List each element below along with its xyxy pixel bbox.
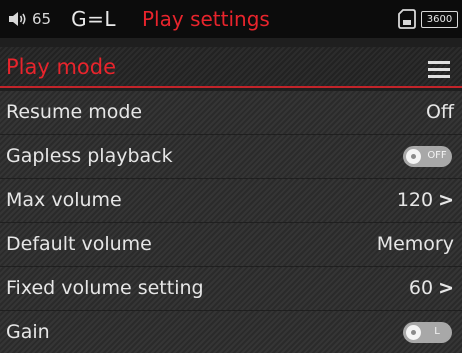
setting-label: Resume mode bbox=[6, 101, 143, 123]
sd-card-icon bbox=[398, 9, 416, 29]
setting-gapless-playback[interactable]: Gapless playback OFF bbox=[0, 135, 462, 178]
setting-value-group: 120 > bbox=[397, 189, 454, 211]
status-bar: 65 G=L Play settings 3600 bbox=[0, 0, 462, 38]
toggle-state: OFF bbox=[427, 150, 447, 161]
volume-indicator: 65 bbox=[8, 10, 51, 28]
screen-title: Play settings bbox=[142, 7, 270, 31]
setting-label: Gapless playback bbox=[6, 145, 173, 167]
speaker-icon bbox=[9, 12, 26, 26]
setting-fixed-volume[interactable]: Fixed volume setting 60 > bbox=[0, 267, 462, 310]
volume-level: 65 bbox=[32, 10, 52, 28]
play-settings-screen: 65 G=L Play settings 3600 Play mode Resu… bbox=[0, 0, 462, 353]
setting-value: Off bbox=[425, 101, 454, 123]
setting-gain[interactable]: Gain L bbox=[0, 311, 462, 353]
setting-default-volume[interactable]: Default volume Memory bbox=[0, 223, 462, 266]
setting-max-volume[interactable]: Max volume 120 > bbox=[0, 179, 462, 222]
toggle-state: L bbox=[434, 326, 440, 337]
menu-title: Play mode bbox=[6, 55, 117, 79]
gapless-toggle[interactable]: OFF bbox=[403, 146, 452, 167]
setting-label: Gain bbox=[6, 321, 50, 343]
setting-label: Fixed volume setting bbox=[6, 277, 204, 299]
setting-label: Default volume bbox=[6, 233, 152, 255]
toggle-knob bbox=[406, 149, 421, 164]
setting-value: 60 bbox=[408, 277, 434, 299]
battery-icon: 3600 bbox=[421, 10, 458, 28]
status-icons: 3600 bbox=[398, 9, 458, 29]
settings-list: Resume mode Off Gapless playback OFF Max… bbox=[0, 91, 462, 353]
gain-toggle[interactable]: L bbox=[403, 322, 452, 343]
chevron-right-icon: > bbox=[438, 189, 454, 211]
battery-level: 3600 bbox=[426, 13, 453, 25]
setting-value: 120 bbox=[396, 189, 434, 211]
toggle-knob bbox=[406, 325, 421, 340]
setting-resume-mode[interactable]: Resume mode Off bbox=[0, 91, 462, 134]
setting-value-group: 60 > bbox=[409, 277, 454, 299]
setting-label: Max volume bbox=[6, 189, 122, 211]
menu-header: Play mode bbox=[0, 47, 462, 88]
gain-indicator: G=L bbox=[71, 7, 116, 31]
chevron-right-icon: > bbox=[438, 277, 454, 299]
setting-value: Memory bbox=[376, 233, 454, 255]
hamburger-menu-icon[interactable] bbox=[428, 61, 450, 78]
